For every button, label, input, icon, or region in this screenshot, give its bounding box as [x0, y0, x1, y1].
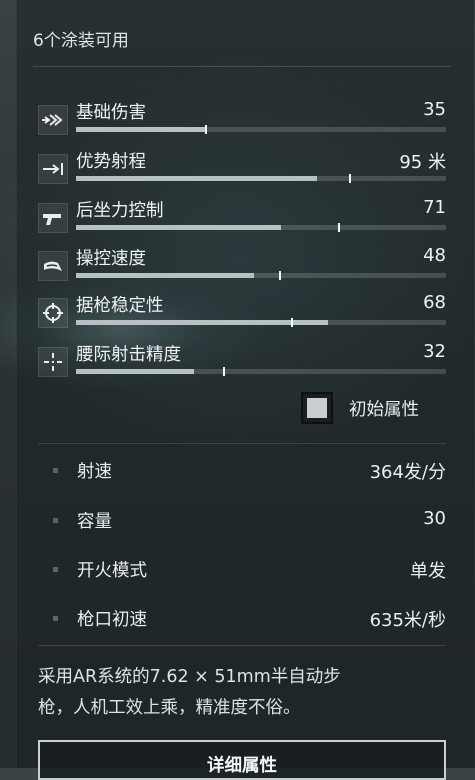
stat-value: 32	[423, 341, 446, 362]
description-line: 采用AR系统的7.62 × 51mm半自动步	[38, 667, 341, 687]
stat-bar	[76, 318, 446, 327]
stat-label: 后坐力控制	[76, 201, 164, 221]
checkbox-checked-indicator	[307, 398, 327, 418]
bullet-icon	[53, 518, 58, 523]
spec-label: 容量	[77, 512, 112, 532]
stat-bar	[76, 271, 446, 280]
stat-value: 35	[423, 99, 446, 120]
stat-bar-marker	[291, 318, 294, 327]
detailed-attributes-button[interactable]: 详细属性	[38, 740, 446, 780]
spec-label: 枪口初速	[77, 610, 147, 630]
spec-row-fire-rate: 射速 364发/分	[38, 456, 446, 486]
stat-bar-fill	[76, 369, 195, 374]
stat-bar-fill	[76, 320, 328, 325]
stat-bar-fill	[76, 127, 206, 132]
stat-label: 优势射程	[76, 152, 146, 172]
section-divider	[38, 443, 446, 444]
spec-row-muzzle-velocity: 枪口初速 635米/秒	[38, 604, 446, 634]
stat-label: 基础伤害	[76, 103, 146, 123]
spec-label: 开火模式	[77, 561, 147, 581]
initial-attributes-checkbox[interactable]	[301, 392, 333, 424]
hipfire-accuracy-icon	[38, 347, 68, 377]
detailed-attributes-label: 详细属性	[207, 756, 277, 776]
stat-value: 95 米	[399, 152, 446, 173]
section-divider	[38, 645, 446, 646]
damage-icon	[38, 105, 68, 135]
stat-hipfire-accuracy: 腰际射击精度 32	[38, 341, 446, 385]
spec-value: 635米/秒	[369, 610, 446, 631]
stat-base-damage: 基础伤害 35	[38, 99, 446, 143]
description-line: 枪，人机工效上乘，精准度不俗。	[38, 698, 301, 718]
stat-value: 48	[423, 245, 446, 266]
stat-bar	[76, 367, 446, 376]
spec-value: 单发	[410, 561, 446, 582]
spec-value: 30	[423, 508, 446, 529]
spec-label: 射速	[77, 462, 112, 482]
stat-handling-speed: 操控速度 48	[38, 245, 446, 289]
spec-row-fire-mode: 开火模式 单发	[38, 555, 446, 585]
initial-attributes-label: 初始属性	[349, 399, 419, 420]
stat-recoil-control: 后坐力控制 71	[38, 197, 446, 241]
bullet-icon	[53, 567, 58, 572]
stat-bar-marker	[223, 367, 225, 376]
spec-value: 364发/分	[369, 462, 446, 483]
skins-available-label[interactable]: 6个涂装可用	[33, 26, 129, 51]
bullet-icon	[53, 616, 58, 621]
stat-value: 68	[423, 292, 446, 313]
stat-label: 操控速度	[76, 249, 146, 269]
bullet-icon	[53, 468, 58, 473]
stat-value: 71	[423, 197, 446, 218]
stat-label: 腰际射击精度	[76, 345, 181, 365]
initial-attributes-toggle[interactable]: 初始属性	[301, 391, 419, 425]
weapon-description: 采用AR系统的7.62 × 51mm半自动步 枪，人机工效上乘，精准度不俗。	[38, 662, 438, 724]
stat-bar-marker	[278, 271, 281, 280]
stat-label: 据枪稳定性	[76, 296, 164, 316]
spec-row-capacity: 容量 30	[38, 506, 446, 536]
stat-effective-range: 优势射程 95 米	[38, 148, 446, 192]
stat-bar	[76, 174, 446, 183]
stat-bar-marker	[204, 125, 207, 134]
stat-bar-fill	[76, 176, 317, 181]
stat-bar-marker	[348, 174, 351, 183]
stat-bar-marker	[337, 223, 340, 232]
stat-bar	[76, 223, 446, 232]
range-icon	[38, 154, 68, 184]
handling-speed-icon	[38, 251, 68, 281]
header-divider	[33, 66, 451, 67]
stat-bar-fill	[76, 273, 254, 278]
stat-aim-stability: 据枪稳定性 68	[38, 292, 446, 336]
stability-icon	[38, 298, 68, 328]
stat-bar	[76, 125, 446, 134]
recoil-control-icon	[38, 203, 68, 233]
stat-bar-fill	[76, 225, 282, 230]
